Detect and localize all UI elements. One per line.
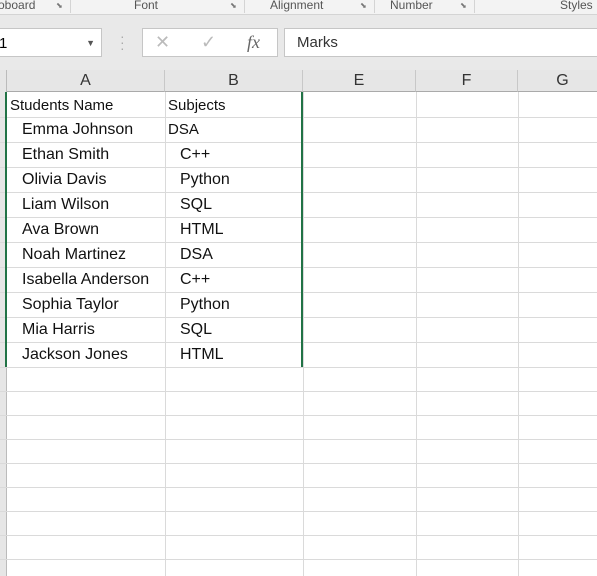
gridline bbox=[518, 92, 519, 576]
cell-subject[interactable]: DSA bbox=[180, 242, 213, 267]
divider bbox=[374, 0, 375, 13]
column-header-b[interactable]: B bbox=[165, 70, 303, 92]
gridline bbox=[0, 463, 597, 464]
cell-subject[interactable]: SQL bbox=[180, 317, 212, 342]
formula-input[interactable]: Marks bbox=[284, 28, 597, 57]
header-cell-subjects[interactable]: Subjects bbox=[168, 93, 226, 118]
gridline bbox=[0, 439, 597, 440]
name-box-value: 1 bbox=[0, 35, 8, 52]
ribbon-group-styles: Styles bbox=[560, 0, 593, 12]
cell-student-name[interactable]: Sophia Taylor bbox=[22, 292, 119, 317]
cell-student-name[interactable]: Isabella Anderson bbox=[22, 267, 149, 292]
cell-student-name[interactable]: Liam Wilson bbox=[22, 192, 109, 217]
cell-student-name[interactable]: Olivia Davis bbox=[22, 167, 106, 192]
name-box[interactable]: 1 ▼ bbox=[0, 28, 102, 57]
clipboard-launcher-icon[interactable]: ⬊ bbox=[56, 1, 63, 10]
gridline bbox=[0, 559, 597, 560]
cell-subject[interactable]: C++ bbox=[180, 142, 210, 167]
gridline bbox=[303, 92, 304, 576]
cell-student-name[interactable]: Jackson Jones bbox=[22, 342, 128, 367]
ribbon: oboard ⬊ Font ⬊ Alignment ⬊ Number ⬊ Sty… bbox=[0, 0, 597, 15]
cell-subject[interactable]: HTML bbox=[180, 217, 224, 242]
cell-subject[interactable]: C++ bbox=[180, 267, 210, 292]
ribbon-group-clipboard: oboard bbox=[0, 0, 36, 12]
formula-buttons: ✕ ✓ fx bbox=[142, 28, 278, 57]
insert-function-icon[interactable]: fx bbox=[247, 32, 260, 53]
cell-subject[interactable]: Python bbox=[180, 167, 230, 192]
gridline bbox=[0, 391, 597, 392]
gridline bbox=[0, 535, 597, 536]
header-cell-students-name[interactable]: Students Name bbox=[10, 93, 113, 118]
cell-student-name[interactable]: Emma Johnson bbox=[22, 117, 133, 142]
cell-student-name[interactable]: Noah Martinez bbox=[22, 242, 126, 267]
cell-student-name[interactable]: Ava Brown bbox=[22, 217, 99, 242]
enter-icon[interactable]: ✓ bbox=[201, 32, 216, 53]
cancel-icon[interactable]: ✕ bbox=[155, 32, 170, 53]
formula-bar-area: 1 ▼ · · · ✕ ✓ fx Marks bbox=[0, 15, 597, 70]
chevron-down-icon[interactable]: ▼ bbox=[86, 29, 95, 58]
cell-subject[interactable]: SQL bbox=[180, 192, 212, 217]
drag-handle-icon[interactable]: · · · bbox=[120, 29, 125, 55]
divider bbox=[244, 0, 245, 13]
alignment-launcher-icon[interactable]: ⬊ bbox=[360, 1, 367, 10]
cell-subject[interactable]: HTML bbox=[180, 342, 224, 367]
cell-student-name[interactable]: Ethan Smith bbox=[22, 142, 109, 167]
cell-student-name[interactable]: Mia Harris bbox=[22, 317, 95, 342]
gridline bbox=[0, 415, 597, 416]
column-header-a[interactable]: A bbox=[7, 70, 165, 92]
divider bbox=[474, 0, 475, 13]
gridline bbox=[0, 511, 597, 512]
ribbon-group-number: Number bbox=[390, 0, 433, 12]
gridline bbox=[0, 487, 597, 488]
divider bbox=[70, 0, 71, 13]
gridline bbox=[0, 367, 597, 368]
ribbon-group-alignment: Alignment bbox=[270, 0, 324, 12]
number-launcher-icon[interactable]: ⬊ bbox=[460, 1, 467, 10]
column-header-e[interactable]: E bbox=[303, 70, 416, 92]
font-launcher-icon[interactable]: ⬊ bbox=[230, 1, 237, 10]
cell-subject[interactable]: Python bbox=[180, 292, 230, 317]
column-header-f[interactable]: F bbox=[416, 70, 518, 92]
cell-subject[interactable]: DSA bbox=[168, 117, 199, 142]
gridline bbox=[416, 92, 417, 576]
column-header-g[interactable]: G bbox=[518, 70, 597, 92]
ribbon-group-font: Font bbox=[134, 0, 159, 12]
